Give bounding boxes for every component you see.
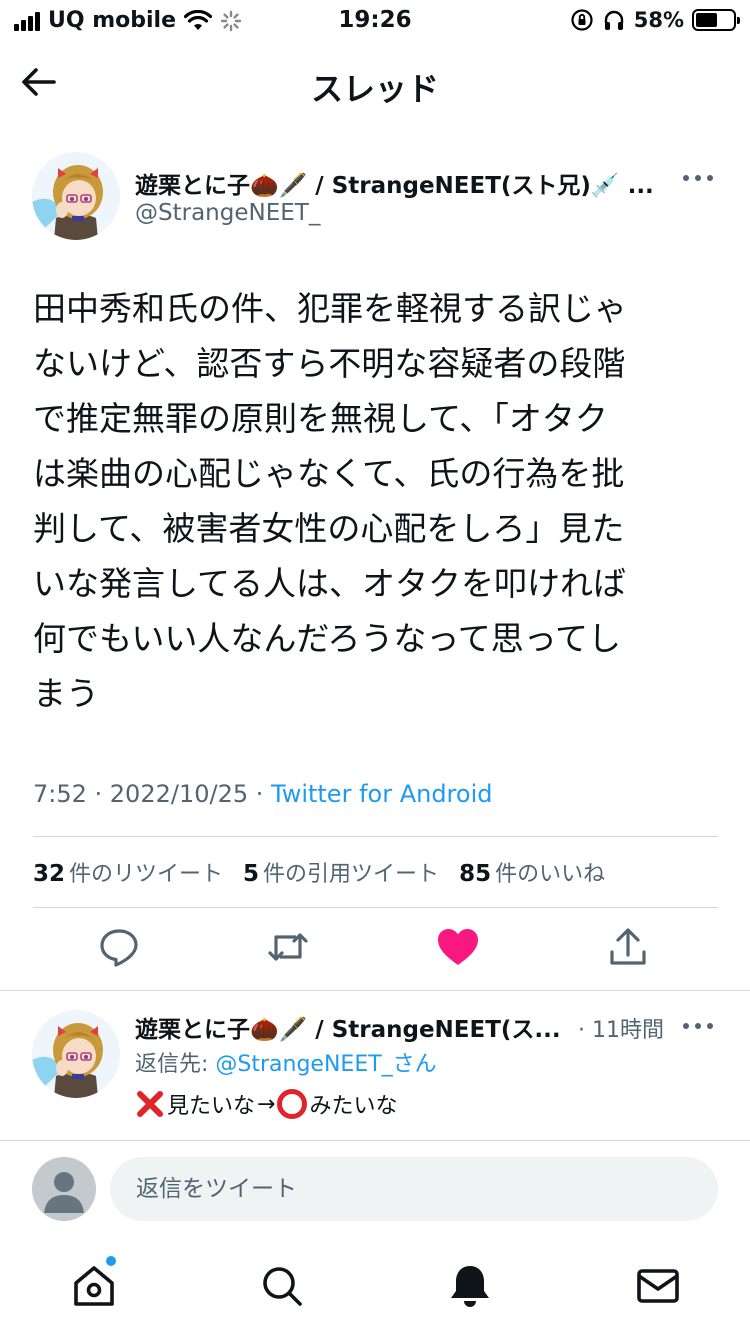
status-bar-right: 58%: [570, 8, 740, 32]
avatar-illustration: [32, 152, 120, 240]
retweet-icon: [268, 933, 308, 961]
notifications-icon: [451, 1266, 489, 1307]
my-avatar: [32, 1157, 96, 1221]
tweet-timestamp: 7:52 · 2022/10/25 ·: [33, 780, 271, 808]
reply-to-label: 返信先:: [135, 1052, 216, 1077]
circle-mark-icon: [277, 1089, 308, 1119]
likes-label: 件のいいね: [495, 862, 606, 887]
quotes-label: 件の引用ツイート: [263, 862, 440, 887]
battery-fill: [696, 13, 717, 27]
author-avatar[interactable]: [32, 152, 120, 240]
nav-search[interactable]: [258, 1262, 306, 1310]
tweet-actions: [0, 925, 750, 975]
reply-text: 見たいな → みたいな: [135, 1088, 397, 1120]
header: スレッド: [0, 42, 750, 126]
divider: [33, 836, 718, 837]
battery-percent: 58%: [633, 8, 684, 32]
page-title: スレッド: [310, 70, 439, 108]
divider: [33, 907, 718, 908]
orientation-lock-icon: [571, 9, 593, 31]
tweet-source-link[interactable]: Twitter for Android: [271, 780, 492, 808]
reply-text-wrong: 見たいな: [167, 1094, 256, 1119]
more-button[interactable]: [680, 168, 716, 188]
cross-mark-icon: [137, 1091, 163, 1117]
tweet-stats: 32 件のリツイート 5 件の引用ツイート 85 件のいいね: [33, 856, 605, 888]
headphones-icon: [604, 10, 623, 30]
home-icon: [74, 1266, 114, 1306]
search-icon: [263, 1267, 302, 1306]
messages-icon: [637, 1269, 679, 1303]
avatar-illustration: [32, 1010, 120, 1098]
author-name[interactable]: 遊栗とに子🌰🖋️ / StrangeNEET(スト兄)💉 ...: [135, 166, 675, 200]
status-bar: UQ mobile 19:26 58%: [0, 0, 750, 42]
more-icon: [683, 1023, 713, 1029]
reply-tweet[interactable]: 遊栗とに子🌰🖋️ / StrangeNEET(ス... · 11時間 返信先: …: [32, 1008, 722, 1138]
more-icon: [683, 175, 713, 181]
battery-icon: [692, 9, 740, 31]
reply-to-mention[interactable]: @StrangeNEET_さん: [215, 1052, 436, 1077]
bottom-nav: [0, 1236, 750, 1334]
reply-more-button[interactable]: [680, 1016, 716, 1036]
reply-icon: [100, 929, 138, 967]
retweets-stat[interactable]: 32 件のリツイート: [33, 856, 223, 888]
retweets-label: 件のリツイート: [69, 862, 224, 887]
divider: [0, 990, 750, 991]
reply-to: 返信先: @StrangeNEET_さん: [135, 1046, 437, 1078]
likes-stat[interactable]: 85 件のいいね: [459, 856, 605, 888]
author-handle[interactable]: @StrangeNEET_: [135, 200, 320, 226]
likes-count: 85: [459, 861, 492, 887]
nav-messages[interactable]: [634, 1262, 682, 1310]
like-button[interactable]: [436, 925, 480, 969]
quotes-count: 5: [243, 861, 260, 887]
reply-time: · 11時間: [578, 1018, 664, 1043]
tweet-author: 遊栗とに子🌰🖋️ / StrangeNEET(スト兄)💉 ... @Strang…: [32, 152, 722, 242]
notification-dot: [106, 1256, 116, 1266]
reply-text-arrow: →: [257, 1091, 276, 1117]
quotes-stat[interactable]: 5 件の引用ツイート: [243, 856, 439, 888]
reply-author-avatar[interactable]: [32, 1010, 120, 1098]
like-icon: [438, 929, 478, 965]
default-avatar-icon: [44, 1172, 84, 1213]
nav-home[interactable]: [70, 1256, 118, 1310]
reply-input[interactable]: [110, 1157, 718, 1221]
reply-author-name[interactable]: 遊栗とに子🌰🖋️ / StrangeNEET(ス...: [135, 1010, 575, 1044]
reply-button[interactable]: [97, 925, 141, 969]
tweet-meta: 7:52 · 2022/10/25 · Twitter for Android: [33, 780, 492, 808]
retweet-button[interactable]: [266, 925, 310, 969]
reply-text-correct: みたいな: [309, 1094, 398, 1119]
tweet-text: 田中秀和氏の件、犯罪を軽視する訳じゃ ないけど、認否すら不明な容疑者の段階 で推…: [33, 289, 627, 713]
retweets-count: 32: [33, 861, 66, 887]
nav-notifications[interactable]: [446, 1262, 494, 1310]
share-button[interactable]: [606, 925, 650, 969]
share-icon: [610, 928, 646, 965]
reply-composer: [0, 1140, 750, 1236]
